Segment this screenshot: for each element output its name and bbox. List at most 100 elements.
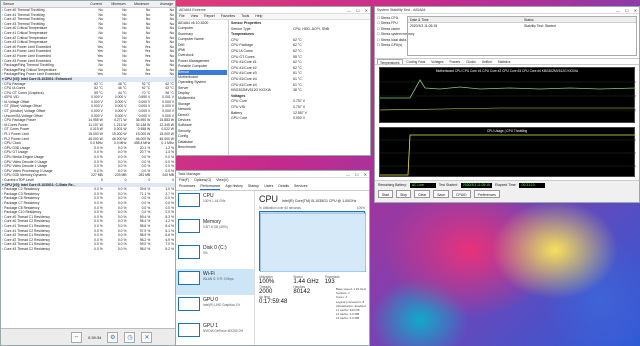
sensor-current: 0.0 % (94, 246, 103, 251)
tab[interactable]: App history (225, 184, 243, 190)
resource-summary: Intel(R) UHD Graphics 1% (203, 303, 241, 307)
sparkline-graph (178, 193, 200, 207)
column-sensor[interactable]: Sensor (1, 1, 80, 7)
stability-button[interactable]: Preferences (473, 190, 500, 198)
stability-button[interactable]: Save (433, 190, 449, 198)
sensor-row[interactable]: Core #3 Thread C2 Residency 0.0 % 0.0 % 98.… (1, 247, 175, 252)
column-maximum[interactable]: Maximum (128, 1, 152, 7)
taskmgr-titlebar: Task Manager — ☐ ✕ (176, 171, 369, 178)
status-value: Stability Test: Started (524, 23, 556, 28)
sparkline-graph (178, 323, 200, 337)
sensor-name: Core #3 Thread C2 Residency (1, 247, 80, 252)
aida64-sensor-list: Sensor Properties Sensor Type CPU, HDD, AC… (229, 20, 370, 155)
sensor-maximum: 98.0 % (139, 246, 151, 251)
elapsed-value: 00:31:10 (519, 182, 546, 188)
window-title: Task Manager (178, 172, 201, 176)
settings-icon[interactable]: ⚙ (107, 331, 119, 343)
list-item[interactable]: GPU Core 0.000 V (231, 116, 368, 122)
window-title: AIDA64 Extreme (179, 8, 206, 12)
minimize-icon[interactable]: — (346, 172, 350, 177)
menu-item[interactable]: File (179, 14, 185, 19)
resource-card[interactable]: GPU 1 NVIDIA GeForce MX250 0% (176, 321, 254, 345)
minimize-icon[interactable]: — (616, 8, 620, 13)
menu-item[interactable]: Report (204, 14, 215, 19)
reset-clock-icon[interactable]: ◷ (124, 331, 136, 343)
cpu-utilization-graph (259, 211, 367, 273)
sparkline-graph (178, 219, 200, 233)
test-started-label: Test Started: (438, 183, 458, 187)
graph-tab[interactable]: Voltages (429, 59, 445, 64)
resource-summary: WLAN S: 0 R: 0 Kbps (203, 277, 234, 281)
status-table: Date & Time Status 2020/3/3 11:05:15 Sta… (407, 16, 637, 56)
close-icon[interactable]: ✕ (141, 331, 153, 343)
cpu-heading: CPU (259, 194, 279, 204)
minimize-icon[interactable]: — (347, 8, 351, 13)
stat-value: 193 (324, 279, 335, 285)
nav-arrows-icon[interactable]: ⇔ (71, 331, 82, 343)
stat-value: 80142 (293, 289, 311, 295)
column-minimum[interactable]: Minimum (104, 1, 128, 7)
resource-card[interactable]: Wi-Fi WLAN S: 0 R: 0 Kbps (176, 269, 254, 295)
column-average[interactable]: Average (151, 1, 175, 7)
column-current[interactable]: Current (80, 1, 104, 7)
menu-item[interactable]: Help (255, 14, 262, 19)
graph-tab[interactable]: Clocks (464, 59, 478, 64)
cpu-specs: Base speed: 1.19 GHz Sockets: 1 Cores: 4 Lo… (336, 287, 366, 321)
tab[interactable]: Processes (179, 184, 195, 190)
resource-summary: NVIDIA GeForce MX250 0% (203, 329, 244, 333)
performance-resource-list: CPU 100% 1.44 GHz Memory 3.8/7.8 GB (49%) Di… (176, 191, 255, 345)
cpu-detail-panel: CPU Intel(R) Core(TM) i5-1035G1 CPU @ 1.… (255, 191, 369, 345)
temperature-graph: Motherboard CPU CPU Core #1 CPU Core #2 … (379, 67, 636, 123)
menu-item[interactable]: Tools (241, 14, 249, 19)
cpu-utilization-plot (259, 212, 367, 273)
taskmgr-tabs: Processes Performance App history Startup Us… (176, 184, 369, 191)
stress-checkbox[interactable]: Stress GPU(s) (377, 43, 403, 48)
resource-card[interactable]: Disk 0 (C:) 0% (176, 243, 254, 269)
resource-card[interactable]: GPU 0 Intel(R) UHD Graphics 1% (176, 295, 254, 321)
graph-tab[interactable]: Cooling Fans (405, 59, 428, 64)
sensor-average: 5.2 % (165, 246, 174, 251)
spec-line: L3 cache: 6.0 MB (335, 316, 360, 321)
hwinfo-column-header: Sensor Current Minimum Maximum Average (1, 1, 175, 8)
usage-line (380, 134, 636, 176)
usage-plot (380, 134, 636, 176)
close-icon[interactable]: ✕ (634, 8, 637, 13)
datetime-value: 2020/3/3 11:05:15 (410, 23, 438, 28)
resource-card[interactable]: Memory 3.8/7.8 GB (49%) (176, 217, 254, 243)
tab[interactable]: Startup (248, 184, 259, 190)
tab[interactable]: Details (278, 184, 289, 190)
elapsed-timer: 0:39:34 (88, 334, 102, 340)
resource-card[interactable]: CPU 100% 1.44 GHz (176, 191, 254, 217)
graph-tab[interactable]: Statistics (496, 59, 513, 64)
item-field: GPU Core (231, 116, 248, 121)
tab[interactable]: Services (294, 184, 307, 190)
menu-item[interactable]: View (191, 14, 199, 19)
tab[interactable]: Performance (200, 184, 221, 190)
utilization-caption: % Utilization over 60 seconds (259, 206, 301, 210)
stability-button[interactable]: Clear (414, 190, 431, 198)
maximize-icon[interactable]: ☐ (355, 172, 359, 177)
graph-tab[interactable]: Powers (448, 59, 463, 64)
aida64-navigation-tree: AIDA64 v6.10.5200 Computer Summary Computer… (177, 20, 229, 155)
window-title: System Stability Test - AIDA64 (377, 8, 426, 12)
menu-item[interactable]: Favorites (221, 14, 235, 19)
tree-item[interactable]: Benchmark (178, 145, 227, 150)
stat-value: 0:17:59:48 (259, 299, 288, 305)
stability-button[interactable]: CPUID (452, 190, 471, 198)
status-header: Status (524, 17, 534, 22)
hwinfo-sensors-window: Sensor Current Minimum Maximum Average C… (0, 0, 176, 346)
graph-tab[interactable]: Unified (480, 59, 494, 64)
stability-button[interactable]: Start (378, 190, 394, 198)
maximize-icon[interactable]: ☐ (356, 8, 360, 13)
tab[interactable]: Users (264, 184, 273, 190)
cpu-model: Intel(R) Core(TM) i5-1035G1 CPU @ 1.00GH… (282, 199, 357, 203)
graph-tab[interactable]: Temperatures (377, 59, 403, 65)
close-icon[interactable]: ✕ (364, 172, 367, 177)
close-icon[interactable]: ✕ (365, 8, 368, 13)
stress-checkbox[interactable]: Stress system memory (377, 32, 415, 37)
utilization-max: 100% (356, 206, 365, 210)
resource-summary: 3.8/7.8 GB (49%) (203, 225, 228, 229)
item-value: 0.000 V (293, 116, 306, 121)
maximize-icon[interactable]: ☐ (625, 8, 629, 13)
stability-button[interactable]: Stop (396, 190, 412, 198)
